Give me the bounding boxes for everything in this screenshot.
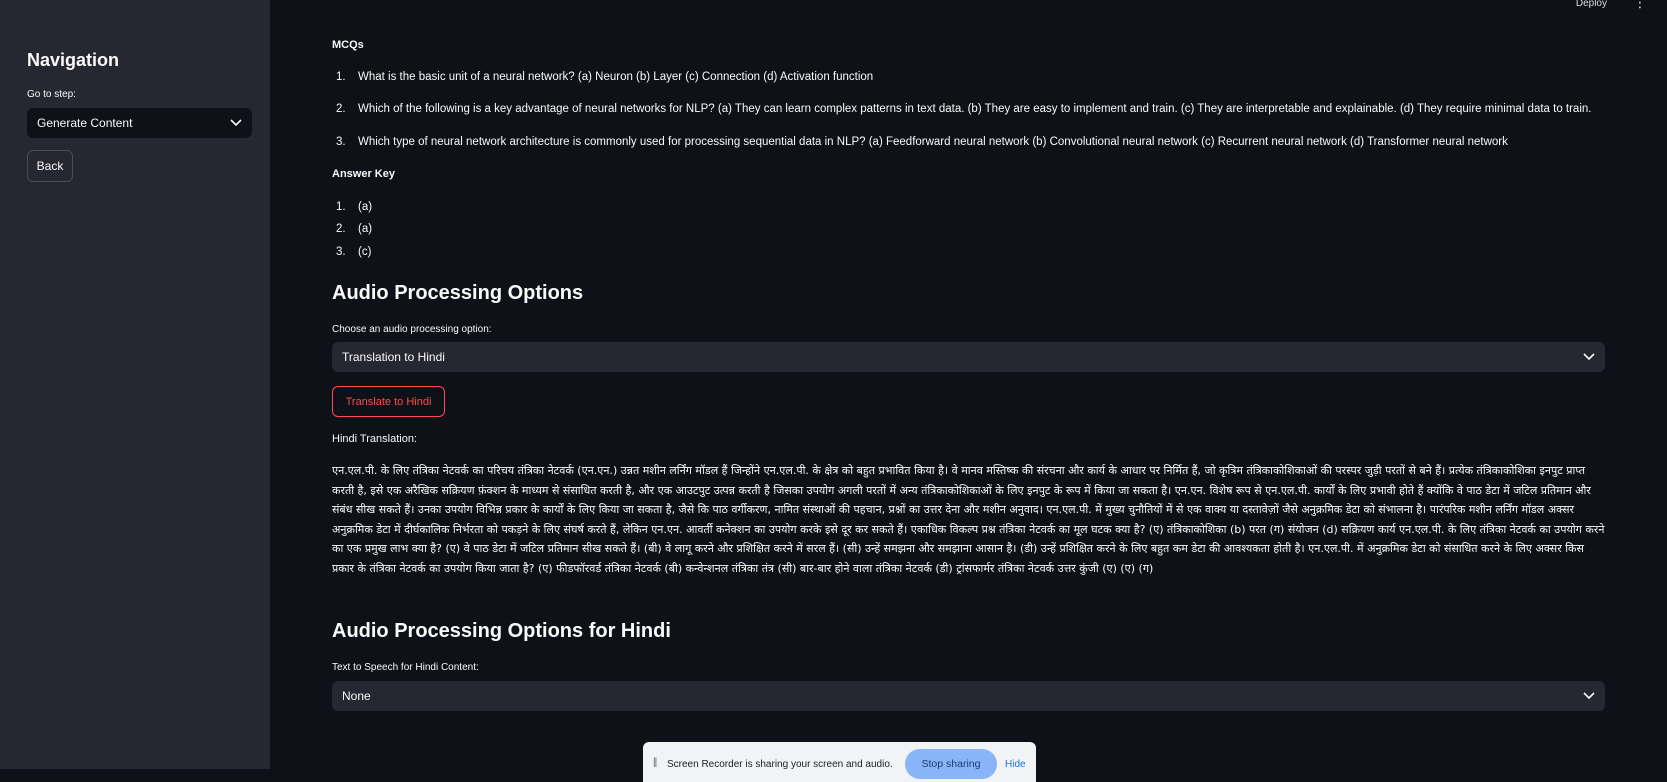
list-item-number: 3. xyxy=(336,246,346,258)
list-item-text: (a) xyxy=(358,201,373,213)
sidebar-title: Navigation xyxy=(27,50,120,70)
translate-to-hindi-button[interactable]: Translate to Hindi xyxy=(332,386,445,417)
chevron-down-icon xyxy=(1583,692,1595,700)
kebab-menu-icon[interactable]: ⋮ xyxy=(1633,0,1647,11)
list-item: 3. (c) xyxy=(332,246,371,258)
list-item-number: 3. xyxy=(336,136,346,148)
tts-select[interactable]: None xyxy=(332,681,1605,711)
list-item-text: (c) xyxy=(358,246,372,258)
tts-select-value: None xyxy=(342,689,371,703)
audio-option-label: Choose an audio processing option: xyxy=(332,324,492,335)
chevron-down-icon xyxy=(1583,353,1595,361)
list-item-number: 2. xyxy=(336,223,346,235)
audio-option-value: Translation to Hindi xyxy=(342,350,445,364)
deploy-button[interactable]: Deploy xyxy=(1576,0,1607,9)
list-item: 1. What is the basic unit of a neural net… xyxy=(332,71,873,83)
list-item: 3. Which type of neural network architect… xyxy=(332,136,1508,148)
list-item: 2. Which of the following is a key advant… xyxy=(332,103,1591,115)
tts-label: Text to Speech for Hindi Content: xyxy=(332,662,479,673)
hindi-translation-text: एन.एल.पी. के लिए तंत्रिका नेटवर्क का परि… xyxy=(332,464,1605,575)
stop-sharing-button[interactable]: Stop sharing xyxy=(905,749,997,779)
goto-step-label: Go to step: xyxy=(27,89,76,100)
list-item: 2. (a) xyxy=(332,223,372,235)
chevron-down-icon xyxy=(230,119,242,127)
back-button[interactable]: Back xyxy=(27,150,73,182)
list-item-text: What is the basic unit of a neural netwo… xyxy=(358,71,874,83)
step-select-value: Generate Content xyxy=(37,116,133,130)
sidebar: Navigation Go to step: Generate Content … xyxy=(0,0,270,769)
drag-handle-icon[interactable]: || xyxy=(653,757,657,768)
audio-options-heading: Audio Processing Options xyxy=(332,282,584,304)
audio-option-select[interactable]: Translation to Hindi xyxy=(332,342,1605,372)
list-item-text: Which of the following is a key advantag… xyxy=(358,103,1592,115)
hindi-translation-label: Hindi Translation: xyxy=(332,433,417,445)
list-item-number: 1. xyxy=(336,71,346,83)
list-item: 1. (a) xyxy=(332,201,372,213)
list-item-text: (a) xyxy=(358,223,373,235)
list-item-text: Which type of neural network architectur… xyxy=(358,136,1508,148)
screen-recorder-bar: || Screen Recorder is sharing your scree… xyxy=(643,742,1036,782)
hindi-audio-options-heading: Audio Processing Options for Hindi xyxy=(332,620,671,642)
list-item-number: 1. xyxy=(336,201,346,213)
recorder-message: Screen Recorder is sharing your screen a… xyxy=(667,759,893,770)
step-select[interactable]: Generate Content xyxy=(27,108,252,138)
mcqs-heading: MCQs xyxy=(332,39,364,51)
answer-key-heading: Answer Key xyxy=(332,168,395,180)
hide-button[interactable]: Hide xyxy=(1005,759,1026,770)
list-item-number: 2. xyxy=(336,103,346,115)
